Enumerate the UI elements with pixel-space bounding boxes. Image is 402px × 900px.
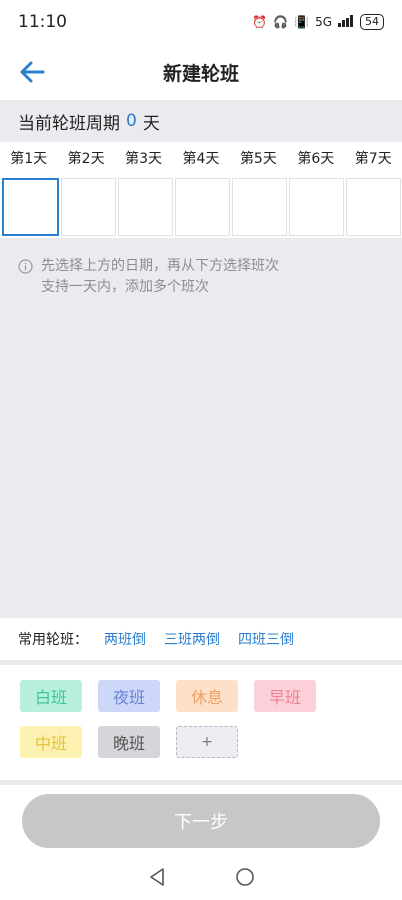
page-title: 新建轮班 (162, 62, 239, 85)
shift-chip-night[interactable]: 夜班 (98, 680, 160, 712)
shift-chip-early[interactable]: 早班 (254, 680, 316, 712)
days-header: 第1天 第2天 第3天 第4天 第5天 第6天 第7天 (0, 142, 402, 176)
nav-back-button[interactable] (143, 863, 171, 891)
alarm-icon: ⏰ (252, 15, 268, 29)
info-icon (18, 259, 33, 274)
day-cell-4[interactable] (175, 178, 230, 236)
add-shift-button[interactable]: + (176, 726, 238, 758)
cycle-unit: 天 (142, 113, 160, 134)
shift-chip-late[interactable]: 晚班 (98, 726, 160, 758)
hint-line-2: 支持一天内，添加多个班次 (41, 279, 209, 295)
day-cell-2[interactable] (61, 178, 116, 236)
cycle-value: 0 (126, 111, 137, 131)
day-label: 第4天 (182, 151, 220, 167)
network-label: 5G (315, 15, 332, 29)
day-label: 第1天 (10, 151, 48, 167)
vibrate-icon: 📳 (294, 15, 310, 29)
day-cell-1[interactable] (2, 178, 59, 236)
divider (0, 780, 402, 785)
day-label: 第3天 (125, 151, 163, 167)
circle-home-icon (236, 868, 254, 886)
day-label: 第6天 (297, 151, 335, 167)
day-label: 第2天 (67, 151, 105, 167)
cycle-summary: 当前轮班周期 0 天 (0, 100, 402, 142)
common-shift-four-team[interactable]: 四班三倒 (238, 629, 294, 649)
status-icons: ⏰ 🎧 📳 5G 54 (252, 14, 384, 30)
shift-chip-day[interactable]: 白班 (20, 680, 82, 712)
common-shift-two-team[interactable]: 两班倒 (104, 629, 146, 649)
shift-chip-middle[interactable]: 中班 (20, 726, 82, 758)
day-cell-7[interactable] (346, 178, 401, 236)
day-cell-6[interactable] (289, 178, 344, 236)
headphones-icon: 🎧 (273, 15, 289, 29)
day-cell-5[interactable] (232, 178, 287, 236)
system-nav-bar (0, 854, 402, 900)
status-time: 11:10 (18, 12, 67, 32)
day-label: 第7天 (354, 151, 392, 167)
day-cell-3[interactable] (118, 178, 173, 236)
nav-home-button[interactable] (231, 863, 259, 891)
shift-chip-rest[interactable]: 休息 (176, 680, 238, 712)
status-bar: 11:10 ⏰ 🎧 📳 5G 54 (0, 0, 402, 44)
arrow-left-icon (20, 61, 45, 83)
hint-line-1: 先选择上方的日期，再从下方选择班次 (41, 258, 279, 274)
common-shifts-label: 常用轮班： (18, 632, 88, 648)
shift-detail-area: 先选择上方的日期，再从下方选择班次 支持一天内，添加多个班次 (0, 238, 402, 618)
cycle-label: 当前轮班周期 (18, 113, 120, 134)
battery-icon: 54 (360, 14, 384, 30)
back-button[interactable] (14, 54, 50, 90)
hint: 先选择上方的日期，再从下方选择班次 支持一天内，添加多个班次 (18, 256, 279, 298)
next-step-button[interactable]: 下一步 (22, 794, 380, 848)
triangle-back-icon (150, 868, 164, 886)
common-shifts: 常用轮班： 两班倒 三班两倒 四班三倒 (0, 618, 402, 660)
signal-icon (338, 14, 354, 30)
app-bar: 新建轮班 (0, 44, 402, 100)
divider (0, 660, 402, 665)
common-shift-three-team[interactable]: 三班两倒 (164, 629, 220, 649)
day-label: 第5天 (239, 151, 277, 167)
day-cells (0, 176, 402, 238)
